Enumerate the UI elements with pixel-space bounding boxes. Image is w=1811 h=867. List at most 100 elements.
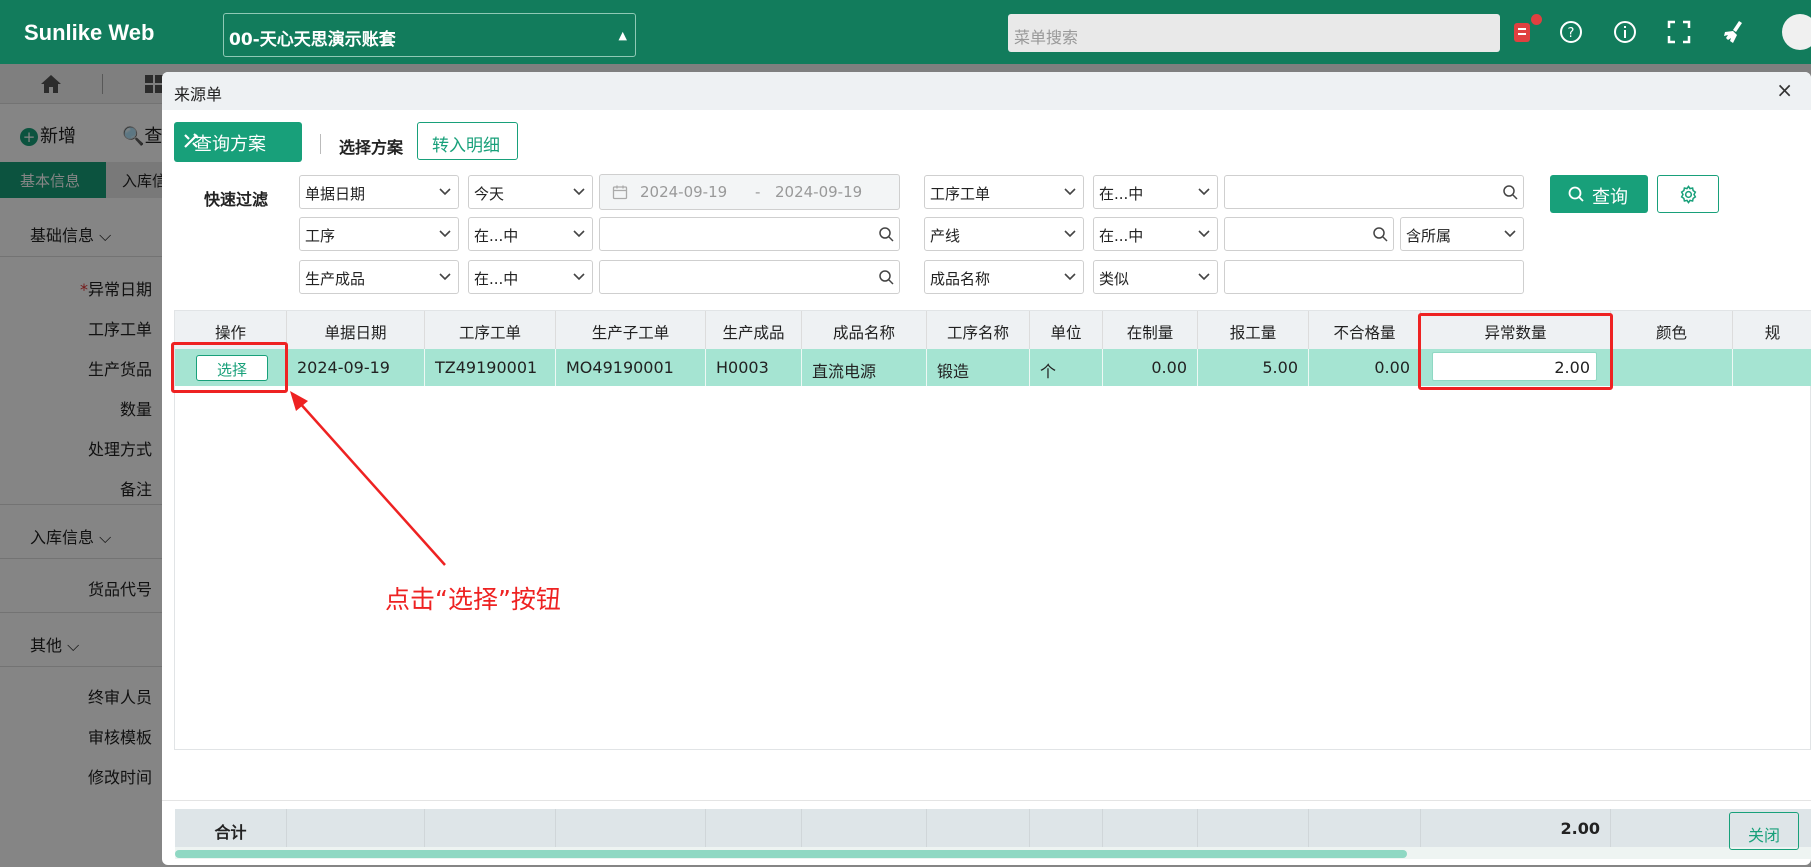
- search-icon: [1568, 186, 1584, 202]
- clear-cache-icon[interactable]: [1719, 18, 1747, 46]
- horizontal-scrollbar[interactable]: [175, 850, 1407, 858]
- caret-up-icon: ▲: [618, 29, 627, 42]
- chevron-down-icon: [573, 273, 585, 281]
- top-bar: Sunlike Web 00-天心天思演示账套 ▲ 菜单搜索 ?: [0, 0, 1811, 64]
- wip-cell: 0.00: [1103, 349, 1198, 386]
- date-cell: 2024-09-19: [287, 349, 425, 386]
- filter-op-select[interactable]: 今天: [468, 175, 593, 209]
- quick-filter-label: 快速过滤: [204, 190, 269, 209]
- column-header[interactable]: 单据日期: [287, 311, 425, 349]
- column-header[interactable]: 规: [1733, 311, 1811, 349]
- footer-cell: [1103, 809, 1198, 847]
- filter-field-select[interactable]: 成品名称: [924, 260, 1084, 294]
- filter-op-select[interactable]: 在...中: [1093, 217, 1218, 251]
- query-button[interactable]: 查询: [1550, 175, 1648, 213]
- footer-cell: [1198, 809, 1309, 847]
- filter-value-input[interactable]: [599, 217, 900, 251]
- color-cell: [1611, 349, 1733, 386]
- product-cell: H0003: [706, 349, 802, 386]
- dialog-title: 来源单: [174, 85, 223, 104]
- filter-field-select[interactable]: 工序工单: [924, 175, 1084, 209]
- reported-cell: 5.00: [1198, 349, 1309, 386]
- settings-button[interactable]: [1657, 175, 1719, 213]
- column-header[interactable]: 生产成品: [706, 311, 802, 349]
- column-header[interactable]: 不合格量: [1309, 311, 1421, 349]
- filter-op-select[interactable]: 在...中: [468, 217, 593, 251]
- filter-value-input[interactable]: [1224, 217, 1394, 251]
- chevron-down-icon: [573, 230, 585, 238]
- to-detail-button[interactable]: 转入明细: [417, 122, 518, 160]
- column-header[interactable]: 颜色: [1611, 311, 1733, 349]
- filter-value-input[interactable]: [1224, 260, 1524, 294]
- notification-icon[interactable]: [1508, 14, 1542, 46]
- column-header[interactable]: 成品名称: [802, 311, 927, 349]
- process-cell: 锻造: [927, 349, 1030, 386]
- filter-field-select[interactable]: 生产成品: [299, 260, 459, 294]
- column-header[interactable]: 工序名称: [927, 311, 1030, 349]
- footer-cell: [1030, 809, 1103, 847]
- date-range-input[interactable]: 2024-09-19 - 2024-09-19: [599, 174, 900, 210]
- filter-value-input[interactable]: [599, 260, 900, 294]
- chevron-down-icon: [1504, 230, 1516, 238]
- filter-value-input[interactable]: [1224, 175, 1524, 209]
- chevron-down-icon: [1064, 230, 1076, 238]
- filter-field-select[interactable]: 产线: [924, 217, 1084, 251]
- highlight-abnormal-qty: [1418, 313, 1613, 390]
- chevron-down-icon: [1064, 273, 1076, 281]
- abnormal-total: 2.00: [1421, 809, 1611, 847]
- choose-scheme-label[interactable]: 选择方案: [339, 134, 403, 158]
- column-header[interactable]: 单位: [1030, 311, 1103, 349]
- divider: [320, 134, 321, 154]
- account-name: 00-天心天思演示账套: [229, 30, 396, 50]
- footer-cell: [706, 809, 802, 847]
- chevron-down-icon: [439, 230, 451, 238]
- filter-op-select[interactable]: 在...中: [1093, 175, 1218, 209]
- column-header[interactable]: 生产子工单: [556, 311, 706, 349]
- product-name-cell: 直流电源: [802, 349, 927, 386]
- column-header[interactable]: 报工量: [1198, 311, 1309, 349]
- dialog-header: 来源单 ×: [162, 72, 1811, 110]
- total-label: 合计: [175, 809, 287, 847]
- unit-cell: 个: [1030, 349, 1103, 386]
- search-icon: [1373, 227, 1388, 242]
- help-icon[interactable]: ?: [1557, 18, 1585, 46]
- search-icon: [879, 270, 894, 285]
- query-scheme-button[interactable]: 查询方案: [174, 122, 302, 162]
- info-icon[interactable]: [1611, 18, 1639, 46]
- include-sub-select[interactable]: 含所属: [1400, 217, 1524, 251]
- footer-cell: [1309, 809, 1421, 847]
- defective-cell: 0.00: [1309, 349, 1421, 386]
- filter-field-select[interactable]: 单据日期: [299, 175, 459, 209]
- table-footer: 合计 2.00: [175, 809, 1811, 847]
- chevron-down-icon: [1064, 188, 1076, 196]
- chevron-down-icon: [439, 188, 451, 196]
- fullscreen-icon[interactable]: [1665, 18, 1693, 46]
- column-header[interactable]: 在制量: [1103, 311, 1198, 349]
- gear-icon: [1680, 185, 1697, 204]
- filter-op-select[interactable]: 在...中: [468, 260, 593, 294]
- search-icon: [879, 227, 894, 242]
- footer-cell: [425, 809, 556, 847]
- brand-logo: Sunlike Web: [24, 20, 155, 45]
- notification-badge: [1531, 14, 1542, 25]
- footer-cell: [287, 809, 425, 847]
- column-header[interactable]: 工序工单: [425, 311, 556, 349]
- avatar[interactable]: [1782, 14, 1811, 50]
- account-selector[interactable]: 00-天心天思演示账套 ▲: [223, 13, 636, 57]
- close-button[interactable]: 关闭: [1729, 812, 1799, 850]
- chevron-down-icon: [1198, 230, 1210, 238]
- footer-cell: [802, 809, 927, 847]
- close-icon[interactable]: ×: [1776, 78, 1793, 102]
- chevron-down-icon: [573, 188, 585, 196]
- divider: [162, 800, 1811, 801]
- filter-op-select[interactable]: 类似: [1093, 260, 1218, 294]
- sub-order-cell: MO49190001: [556, 349, 706, 386]
- footer-cell: [556, 809, 706, 847]
- highlight-select-button: [171, 342, 288, 393]
- chevron-down-icon: [1198, 273, 1210, 281]
- footer-cell: [927, 809, 1030, 847]
- svg-text:?: ?: [1568, 26, 1575, 41]
- tools-icon: [184, 133, 199, 148]
- filter-field-select[interactable]: 工序: [299, 217, 459, 251]
- menu-search-input[interactable]: 菜单搜索: [1008, 14, 1500, 52]
